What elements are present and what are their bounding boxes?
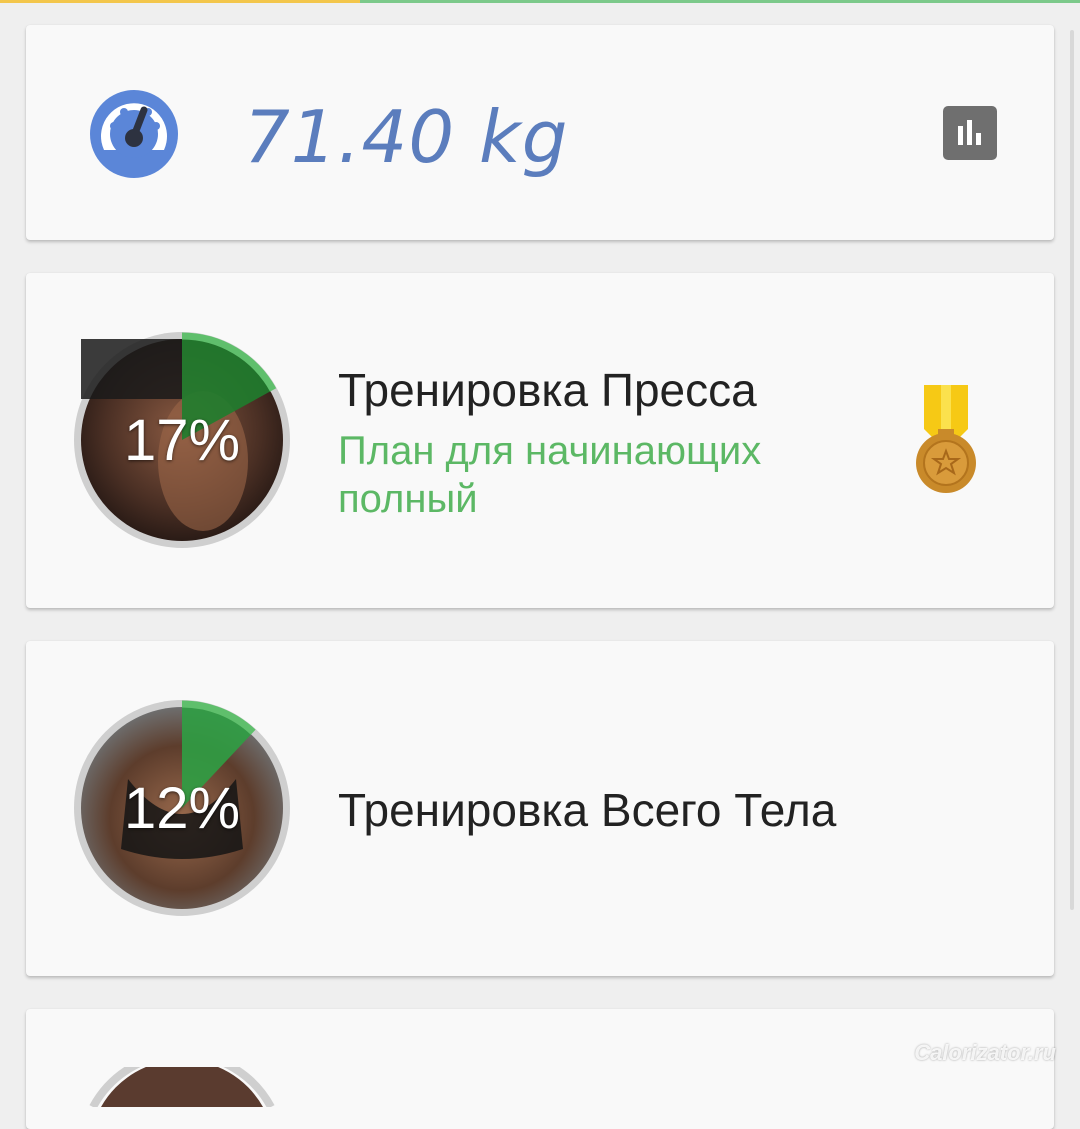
workout-progress-ring-partial bbox=[89, 1067, 275, 1107]
top-progress-accent bbox=[0, 0, 360, 3]
bar-chart-icon bbox=[958, 120, 981, 145]
weight-value: 71.40 kg bbox=[244, 95, 569, 179]
scrollbar[interactable] bbox=[1070, 30, 1074, 910]
medal-icon bbox=[916, 385, 976, 493]
workout-progress-ring: 17% bbox=[73, 331, 291, 549]
workout-plan-label: План для начинающих полный bbox=[338, 429, 762, 521]
workout-progress-label: 12% bbox=[123, 775, 241, 841]
watermark: Calorizator.ru bbox=[914, 1040, 1056, 1065]
workout-title: Тренировка Пресса bbox=[338, 364, 757, 416]
top-progress-strip bbox=[0, 0, 1080, 3]
workout-progress-label: 17% bbox=[123, 407, 241, 473]
statistics-button[interactable] bbox=[943, 106, 997, 160]
workout-progress-ring: 12% bbox=[73, 699, 291, 917]
workout-card-next[interactable] bbox=[26, 1009, 1054, 1129]
workout-card-abs[interactable]: 17% Тренировка Пресса План для начинающи… bbox=[26, 273, 1054, 608]
weight-card[interactable]: 71.40 kg bbox=[26, 25, 1054, 240]
workout-card-full-body[interactable]: 12% Тренировка Всего Тела bbox=[26, 641, 1054, 976]
speedometer-icon bbox=[90, 90, 178, 178]
workout-title: Тренировка Всего Тела bbox=[338, 784, 837, 836]
